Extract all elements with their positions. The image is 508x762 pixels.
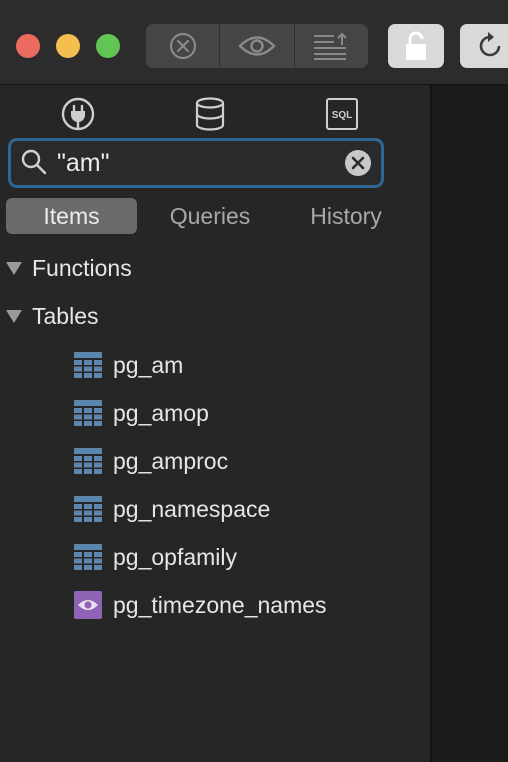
group-functions[interactable]: Functions (6, 251, 132, 285)
zoom-window-button[interactable] (96, 34, 120, 58)
list-item-label: pg_namespace (113, 495, 271, 522)
sql-icon: SQL (326, 98, 358, 130)
table-icon (74, 351, 102, 379)
reload-button[interactable] (460, 24, 508, 68)
search-icon (21, 149, 47, 175)
tab-items[interactable]: Items (6, 198, 137, 234)
clear-search-button[interactable] (345, 150, 371, 176)
list-item-label: pg_am (113, 351, 184, 378)
list-item-label: pg_amop (113, 399, 209, 426)
query-actions-group (146, 24, 368, 68)
list-item[interactable]: pg_amproc (74, 443, 228, 479)
database-icon (195, 97, 225, 131)
close-window-button[interactable] (16, 34, 40, 58)
tab-history[interactable]: History (284, 198, 408, 234)
connection-button[interactable] (60, 96, 96, 132)
group-tables[interactable]: Tables (6, 299, 98, 333)
table-icon (74, 399, 102, 427)
cancel-icon (169, 32, 196, 60)
lock-icon (406, 31, 426, 60)
search-input[interactable] (57, 148, 357, 178)
navigator-sidebar: SQL Items Queries History Functions Tabl… (0, 85, 430, 762)
cancel-query-button[interactable] (146, 24, 221, 68)
list-item[interactable]: pg_timezone_names (74, 587, 327, 623)
window-toolbar (0, 0, 508, 85)
export-icon (314, 32, 348, 60)
sql-button[interactable]: SQL (324, 96, 360, 132)
minimize-window-button[interactable] (56, 34, 80, 58)
table-icon (74, 447, 102, 475)
navigator-tabs: Items Queries History (0, 197, 430, 237)
preview-button[interactable] (220, 24, 295, 68)
list-item-label: pg_opfamily (113, 543, 238, 570)
source-bar: SQL (0, 85, 430, 141)
disclosure-triangle-icon (6, 309, 22, 323)
list-item-label: pg_amproc (113, 447, 229, 474)
clear-icon (351, 156, 365, 170)
export-button[interactable] (295, 24, 368, 68)
tab-queries[interactable]: Queries (148, 198, 272, 234)
list-item[interactable]: pg_amop (74, 395, 209, 431)
group-label: Tables (32, 302, 99, 329)
database-button[interactable] (192, 96, 228, 132)
disclosure-triangle-icon (6, 261, 22, 275)
view-icon (74, 591, 102, 619)
list-item[interactable]: pg_opfamily (74, 539, 237, 575)
content-pane (432, 85, 508, 762)
list-item[interactable]: pg_namespace (74, 491, 270, 527)
table-icon (74, 495, 102, 523)
reload-icon (479, 32, 501, 57)
preview-icon (238, 36, 276, 56)
table-icon (74, 543, 102, 571)
search-field (8, 138, 384, 188)
plug-icon (61, 97, 95, 131)
group-label: Functions (32, 254, 132, 281)
list-item[interactable]: pg_am (74, 347, 183, 383)
lock-button[interactable] (388, 24, 444, 68)
list-item-label: pg_timezone_names (113, 591, 327, 618)
svg-text:SQL: SQL (332, 110, 353, 121)
